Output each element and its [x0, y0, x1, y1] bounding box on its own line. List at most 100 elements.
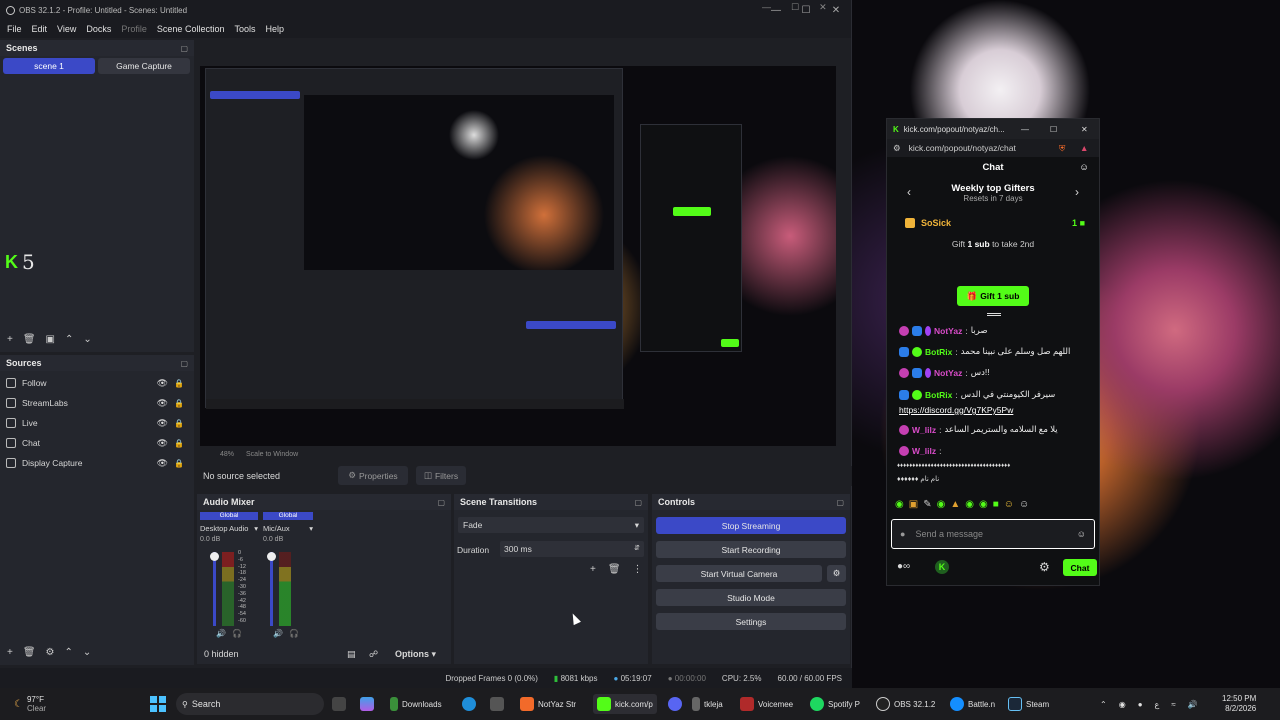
studio-mode-button[interactable]: Studio Mode [656, 589, 846, 606]
kick-url[interactable]: kick.com/popout/notyaz/chat [909, 143, 1016, 153]
lock-icon[interactable]: 🔒 [174, 439, 184, 448]
taskbar-brave[interactable]: NotYaz Str [520, 694, 576, 714]
source-item-live[interactable]: Live 👁 🔒 [6, 414, 192, 432]
user-settings-icon[interactable]: ☺ [1079, 157, 1089, 179]
lock-icon[interactable]: 🔒 [174, 419, 184, 428]
chevron-up-icon[interactable]: ⌃ [1100, 700, 1107, 709]
mixer-options[interactable]: Options ▾ [395, 649, 436, 660]
preview-zoom[interactable]: 48% [220, 451, 234, 458]
clock[interactable]: 12:50 PM 8/2/2026 [1222, 694, 1256, 714]
volume-slider-handle[interactable] [210, 552, 219, 561]
arrow-up-icon[interactable]: ⌃ [65, 647, 73, 658]
start-virtual-camera-button[interactable]: Start Virtual Camera [656, 565, 822, 582]
emote-icon[interactable]: ◉ [979, 499, 988, 510]
emote-icon[interactable]: ✎ [923, 499, 931, 510]
maximize-icon[interactable]: ☐ [1050, 125, 1057, 134]
link-icon[interactable]: ☍ [369, 649, 378, 660]
more-vertical-icon[interactable]: ⋮ [633, 564, 643, 575]
scene-tile-game-capture[interactable]: Game Capture [98, 58, 190, 74]
points-icon[interactable]: ●∞ [897, 561, 910, 572]
properties-button[interactable]: ⚙ Properties [338, 466, 408, 485]
arrow-down-icon[interactable]: ⌄ [83, 334, 91, 345]
duration-spinbox[interactable]: 300 ms ⇵ [500, 541, 644, 557]
chat-input[interactable]: ● Send a message ☺ [891, 519, 1095, 549]
channel-name[interactable]: Desktop Audio ▾ [200, 524, 258, 533]
virtual-camera-settings-button[interactable]: ⚙ [827, 565, 846, 582]
wifi-icon[interactable]: ≈ [1171, 700, 1175, 709]
scene-tile-scene-1[interactable]: scene 1 [3, 58, 95, 74]
minimize-icon[interactable]: — [762, 2, 771, 13]
gift-sub-button[interactable]: 🎁 Gift 1 sub [957, 286, 1029, 306]
add-icon[interactable]: + [590, 564, 596, 575]
chat-username[interactable]: W_lilz [912, 425, 936, 435]
layout-icon[interactable]: ▤ [347, 649, 356, 660]
maximize-icon[interactable]: ☐ [791, 2, 799, 13]
chat-username[interactable]: BotRix [925, 347, 952, 357]
emote-icon[interactable]: ◉ [965, 499, 974, 510]
eye-icon[interactable]: 👁 [157, 398, 168, 409]
headphones-icon[interactable]: 🎧 [232, 629, 242, 638]
taskbar-app[interactable] [668, 694, 682, 714]
chevron-right-icon[interactable]: › [1075, 185, 1079, 199]
undock-icon[interactable]: ▢ [437, 498, 445, 507]
language-indicator[interactable]: ع [1155, 700, 1160, 709]
emote-icon[interactable]: ▣ [909, 499, 918, 510]
chat-username[interactable]: NotYaz [934, 368, 962, 378]
gear-icon[interactable]: ⚙ [1039, 560, 1050, 574]
undock-icon[interactable]: ▢ [836, 498, 844, 507]
menu-docks[interactable]: Docks [81, 24, 116, 34]
kick-k-icon[interactable]: K [935, 560, 949, 574]
undock-icon[interactable]: ▢ [634, 498, 642, 507]
menu-edit[interactable]: Edit [27, 24, 53, 34]
taskbar-battlenet[interactable]: Battle.n [950, 694, 995, 714]
menu-profile[interactable]: Profile [116, 24, 152, 34]
lock-icon[interactable]: 🔒 [174, 379, 184, 388]
menu-tools[interactable]: Tools [229, 24, 260, 34]
close-icon[interactable]: ✕ [1081, 125, 1088, 134]
emote-icon[interactable]: ■ [993, 499, 999, 510]
filters-button[interactable]: ◫ Filters [416, 466, 466, 485]
emoji-icon[interactable]: ☺ [1077, 529, 1086, 539]
gear-icon[interactable]: ⚙ [46, 647, 55, 658]
taskbar-kick[interactable]: kick.com/p [593, 694, 657, 714]
menu-help[interactable]: Help [260, 24, 289, 34]
spin-arrows-icon[interactable]: ⇵ [634, 541, 640, 557]
mic-icon[interactable]: ● [1138, 700, 1143, 709]
taskbar-spotify[interactable]: Spotify P [810, 694, 860, 714]
speaker-icon[interactable]: 🔊 [273, 629, 283, 638]
network-icon[interactable]: ◉ [1119, 700, 1126, 709]
arrow-down-icon[interactable]: ⌄ [83, 647, 91, 658]
chat-username[interactable]: NotYaz [934, 326, 962, 336]
eye-icon[interactable]: 👁 [157, 378, 168, 389]
chevron-left-icon[interactable]: ‹ [907, 185, 911, 199]
chat-username[interactable]: BotRix [925, 390, 952, 400]
chat-username[interactable]: W_lilz [912, 446, 936, 456]
source-item-follow[interactable]: Follow 👁 🔒 [6, 374, 192, 392]
minimize-icon[interactable]: — [1021, 125, 1029, 134]
taskbar-app[interactable] [360, 694, 374, 714]
emote-icon[interactable]: ☺ [1019, 499, 1029, 510]
trash-icon[interactable]: 🗑 [23, 334, 36, 345]
weather-widget[interactable]: ☾ 97°F Clear [14, 694, 46, 714]
preview-scale[interactable]: Scale to Window [246, 451, 298, 458]
site-settings-icon[interactable]: ⚙ [893, 143, 901, 154]
menu-scene-collection[interactable]: Scene Collection [152, 24, 230, 34]
preview-canvas[interactable] [200, 66, 836, 446]
trash-icon[interactable]: 🗑 [608, 564, 621, 575]
emote-icon[interactable]: ☺ [1004, 499, 1014, 510]
emote-icon[interactable]: ◉ [937, 499, 946, 510]
volume-slider-handle[interactable] [267, 552, 276, 561]
filter-icon[interactable]: ▣ [46, 334, 55, 345]
brave-shield-icon[interactable]: ⛨ [1059, 143, 1065, 154]
undock-icon[interactable]: ▢ [180, 44, 188, 53]
taskbar-downloads[interactable]: Downloads [390, 694, 442, 714]
transition-select[interactable]: Fade ▾ [458, 517, 644, 533]
volume-slider[interactable] [270, 552, 273, 626]
trash-icon[interactable]: 🗑 [23, 647, 36, 658]
volume-icon[interactable]: 🔊 [1188, 700, 1198, 709]
chat-link[interactable]: https://discord.gg/Vg7KPy5Pw [899, 405, 1013, 415]
taskbar-app[interactable] [490, 694, 504, 714]
lock-icon[interactable]: 🔒 [174, 399, 184, 408]
taskbar-task-view[interactable] [332, 694, 346, 714]
taskbar-app[interactable] [462, 694, 476, 714]
